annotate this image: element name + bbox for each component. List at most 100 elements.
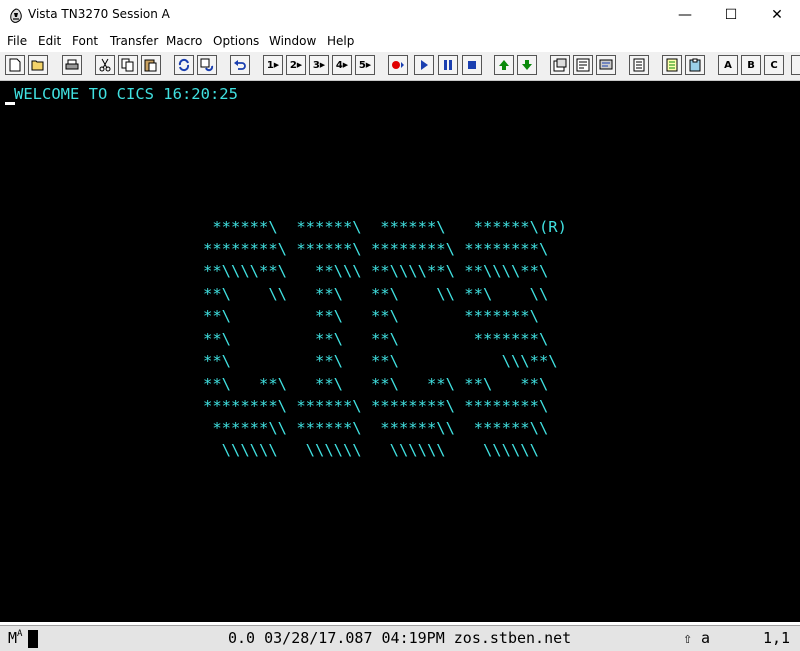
text-cursor — [5, 102, 15, 105]
macro-4-label: 4 — [335, 59, 343, 71]
menu-file[interactable]: File — [7, 34, 27, 48]
mode-sub-letter: A — [17, 629, 23, 639]
new-file-icon — [9, 58, 21, 72]
logo-line: ********\ ******\ ********\ ********\ — [203, 240, 549, 258]
log-button[interactable] — [629, 55, 649, 75]
title-bar: Vista TN3270 Session A — ☐ ✕ — [0, 0, 800, 30]
macro-5-button[interactable]: 5 ▶ — [355, 55, 375, 75]
undo-icon — [234, 60, 246, 70]
page-up-button[interactable] — [494, 55, 514, 75]
stop-button[interactable] — [462, 55, 482, 75]
logo-line: **\ \\ **\ **\ \\ **\ \\ — [203, 285, 549, 303]
keypad-a-label: A — [724, 59, 732, 71]
macro-2-button[interactable]: 2 ▶ — [286, 55, 306, 75]
properties-button[interactable] — [550, 55, 570, 75]
notes-button[interactable] — [662, 55, 682, 75]
menu-macro[interactable]: Macro — [166, 34, 202, 48]
copy-button[interactable] — [118, 55, 138, 75]
mode-letter: M — [8, 629, 18, 647]
clipboard-icon — [689, 58, 701, 72]
cut-button[interactable] — [95, 55, 115, 75]
app-icon — [10, 8, 22, 23]
menu-transfer[interactable]: Transfer — [110, 34, 158, 48]
refresh-button[interactable] — [174, 55, 194, 75]
settings-button[interactable] — [573, 55, 593, 75]
shift-indicator: ⇧ a — [683, 629, 711, 647]
macro-1-button[interactable]: 1 ▶ — [263, 55, 283, 75]
play-button[interactable] — [414, 55, 434, 75]
play-arrow-icon: ▶ — [342, 61, 349, 69]
mode-indicator: MA — [8, 629, 22, 647]
refresh-icon — [178, 58, 190, 72]
stop-icon — [468, 61, 476, 69]
welcome-message: WELCOME TO CICS 16:20:25 — [14, 85, 238, 103]
keypad-b-label: B — [747, 59, 755, 71]
keypad-a-button[interactable]: A — [718, 55, 738, 75]
menu-options[interactable]: Options — [213, 34, 259, 48]
logo-line: ******\\ ******\ ******\\ ******\\ — [203, 419, 549, 437]
open-file-button[interactable] — [28, 55, 48, 75]
macro-3-button[interactable]: 3 ▶ — [309, 55, 329, 75]
macro-5-label: 5 — [358, 59, 366, 71]
play-arrow-icon: ▶ — [365, 61, 372, 69]
page-down-button[interactable] — [517, 55, 537, 75]
copy-icon — [121, 58, 134, 72]
window-title: Vista TN3270 Session A — [28, 7, 170, 21]
menu-window[interactable]: Window — [269, 34, 316, 48]
maximize-button[interactable]: ☐ — [708, 0, 754, 30]
toolbar: 1 ▶ 2 ▶ 3 ▶ 4 ▶ 5 ▶ A B C — [0, 52, 800, 81]
open-folder-icon — [31, 60, 44, 71]
logo-line: **\ **\ **\ *******\ — [203, 307, 539, 325]
logo-line: ********\ ******\ ********\ ********\ — [203, 397, 549, 415]
logo-line: \\\\\\ \\\\\\ \\\\\\ \\\\\\ — [203, 441, 539, 459]
screen-capture-button[interactable] — [596, 55, 616, 75]
keypad-b-button[interactable]: B — [741, 55, 761, 75]
reconnect-icon — [200, 58, 214, 72]
record-icon — [392, 61, 404, 69]
close-button[interactable]: ✕ — [754, 0, 800, 30]
screen-icon — [599, 59, 613, 70]
printer-icon — [65, 59, 79, 70]
print-button[interactable] — [62, 55, 82, 75]
cursor-position: 1,1 — [763, 629, 791, 647]
properties-icon — [553, 58, 567, 72]
macro-4-button[interactable]: 4 ▶ — [332, 55, 352, 75]
logo-line: **\ **\ **\ **\ **\ **\ **\ — [203, 375, 549, 393]
play-arrow-icon: ▶ — [273, 61, 280, 69]
keypad-c-button[interactable]: C — [764, 55, 784, 75]
macro-1-label: 1 — [266, 59, 274, 71]
close-icon: ✕ — [771, 7, 783, 23]
arrow-up-icon — [499, 60, 509, 70]
maximize-icon: ☐ — [724, 7, 738, 23]
paste-icon — [144, 59, 157, 72]
scissors-icon — [99, 58, 111, 72]
minimize-icon: — — [678, 7, 692, 23]
record-button[interactable] — [388, 55, 408, 75]
undo-button[interactable] — [230, 55, 250, 75]
new-file-button[interactable] — [5, 55, 25, 75]
macro-3-label: 3 — [312, 59, 320, 71]
keypad-c-label: C — [770, 59, 778, 71]
paste-button[interactable] — [141, 55, 161, 75]
pause-button[interactable] — [438, 55, 458, 75]
log-icon — [633, 58, 645, 72]
play-icon — [421, 60, 428, 70]
play-arrow-icon: ▶ — [296, 61, 303, 69]
clipboard-button[interactable] — [685, 55, 705, 75]
status-bar: MA 0.0 03/28/17.087 04:19PM zos.stben.ne… — [0, 625, 800, 651]
logo-line: **\ **\ **\ \\\**\ — [203, 352, 558, 370]
pause-icon — [444, 60, 452, 70]
arrow-down-icon — [522, 60, 532, 70]
menu-edit[interactable]: Edit — [38, 34, 61, 48]
play-arrow-icon: ▶ — [319, 61, 326, 69]
menu-help[interactable]: Help — [327, 34, 354, 48]
session-info: 0.0 03/28/17.087 04:19PM zos.stben.net — [228, 629, 572, 647]
keypad-overflow-button[interactable] — [791, 55, 800, 75]
logo-line: **\\\\**\ **\\\ **\\\\**\ **\\\\**\ — [203, 262, 549, 280]
macro-2-label: 2 — [289, 59, 297, 71]
minimize-button[interactable]: — — [662, 0, 708, 30]
keyboard-settings-icon — [576, 58, 590, 72]
menu-font[interactable]: Font — [72, 34, 98, 48]
reconnect-button[interactable] — [197, 55, 217, 75]
terminal-screen[interactable]: WELCOME TO CICS 16:20:25 ******\ ******\… — [0, 81, 800, 622]
